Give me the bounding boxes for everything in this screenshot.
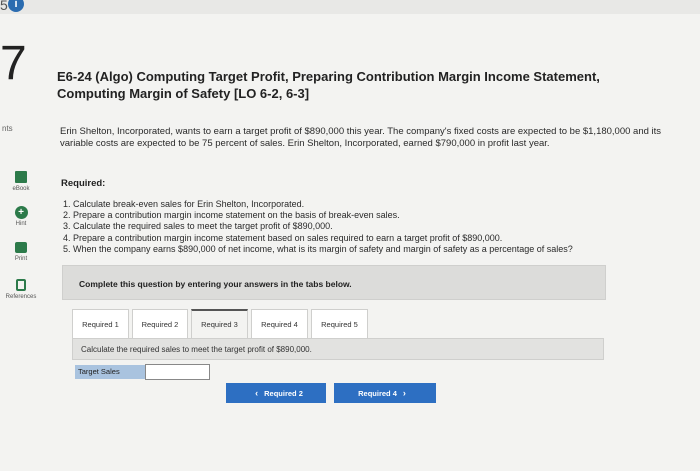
- top-strip: [0, 0, 700, 14]
- sidebar-item-label: eBook: [12, 186, 30, 192]
- requirement-item: 2. Prepare a contribution margin income …: [63, 210, 400, 221]
- target-sales-label: Target Sales: [75, 365, 145, 379]
- sidebar-item-label: References: [5, 294, 37, 300]
- references-icon: [14, 278, 28, 292]
- print-icon: [14, 240, 28, 254]
- tab-required-4[interactable]: Required 4: [251, 309, 308, 339]
- required-heading: Required:: [61, 178, 106, 189]
- requirement-tabs: Required 1 Required 2 Required 3 Require…: [72, 309, 371, 339]
- sidebar-item-label: Print: [14, 256, 28, 262]
- panel-prompt: Calculate the required sales to meet the…: [81, 345, 312, 354]
- requirement-item: 1. Calculate break-even sales for Erin S…: [63, 199, 305, 209]
- problem-intro: Erin Shelton, Incorporated, wants to ear…: [60, 126, 662, 149]
- question-number: 7: [0, 37, 27, 90]
- prev-button-label: Required 2: [264, 388, 303, 398]
- instructions-text: Complete this question by entering your …: [79, 279, 352, 289]
- previous-question-number: 5: [0, 0, 8, 13]
- hint-icon: +: [14, 205, 28, 219]
- sidebar-item-references[interactable]: References: [0, 278, 42, 300]
- sidebar-item-ebook[interactable]: eBook: [0, 170, 42, 192]
- chevron-left-icon: ‹: [255, 388, 259, 398]
- requirement-item: 4. Prepare a contribution margin income …: [63, 232, 503, 243]
- next-required-button[interactable]: Required 4 ›: [334, 383, 436, 403]
- problem-title: E6-24 (Algo) Computing Target Profit, Pr…: [57, 69, 600, 101]
- next-button-label: Required 4: [358, 388, 397, 398]
- tab-required-2[interactable]: Required 2: [132, 309, 188, 339]
- points-label: nts: [2, 124, 13, 133]
- tab-required-1[interactable]: Required 1: [72, 309, 129, 339]
- ebook-icon: [14, 170, 28, 184]
- chevron-right-icon: ›: [402, 388, 406, 398]
- tab-required-3[interactable]: Required 3: [191, 309, 248, 339]
- tab-required-5[interactable]: Required 5: [311, 309, 368, 339]
- answer-panel: Calculate the required sales to meet the…: [72, 338, 604, 360]
- prev-required-button[interactable]: ‹ Required 2: [226, 383, 326, 403]
- instructions-box: Complete this question by entering your …: [62, 265, 606, 300]
- requirements-list: 1. Calculate break-even sales for Erin S…: [63, 199, 683, 255]
- sidebar-item-hint[interactable]: + Hint: [0, 205, 42, 227]
- sidebar-item-label: Hint: [15, 221, 27, 227]
- sidebar-item-print[interactable]: Print: [0, 240, 42, 262]
- requirement-item: 3. Calculate the required sales to meet …: [63, 221, 333, 232]
- target-sales-input[interactable]: [145, 364, 210, 380]
- requirement-item: 5. When the company earns $890,000 of ne…: [63, 243, 573, 254]
